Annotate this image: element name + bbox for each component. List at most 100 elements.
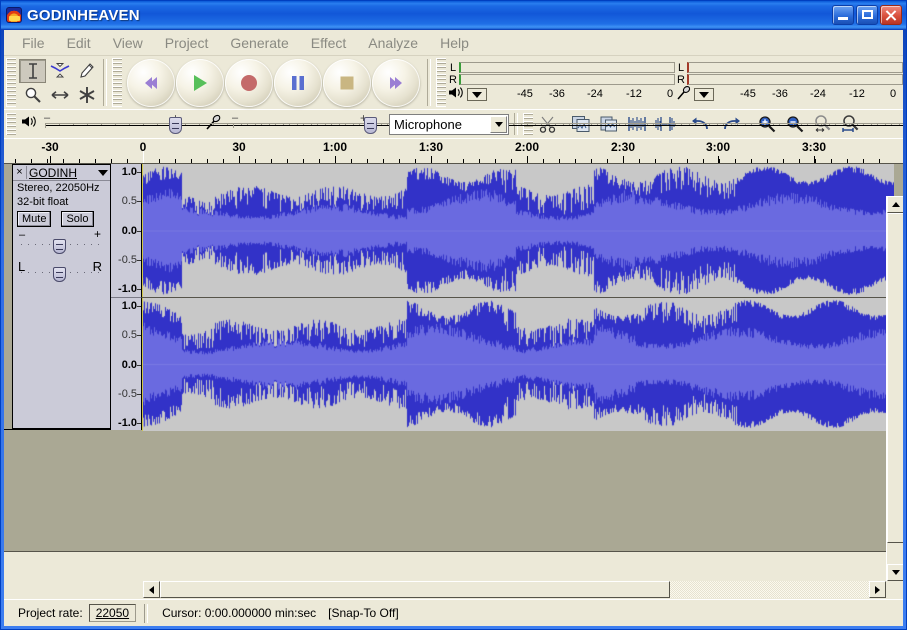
input-volume-slider[interactable]: – + — [231, 111, 903, 134]
menu-file[interactable]: File — [11, 33, 56, 53]
output-volume-thumb[interactable] — [169, 117, 182, 134]
toolbar-row-2: – + – + — [4, 109, 903, 138]
track-pan-thumb[interactable] — [53, 267, 66, 282]
ruler-minor-tick — [655, 159, 656, 163]
input-meter-menu-button[interactable] — [694, 88, 714, 101]
skip-to-start-button[interactable] — [127, 58, 175, 107]
ruler-major-tick — [335, 156, 336, 163]
input-meter[interactable]: L R -45 -36 -24 -12 0 — [675, 56, 903, 109]
ruler-minor-tick — [223, 159, 224, 163]
output-meter-bar-r — [459, 73, 675, 85]
record-button[interactable] — [225, 58, 273, 107]
vertical-ruler-label: 0.5 — [121, 195, 137, 208]
vertical-scrollbar[interactable] — [886, 196, 903, 581]
menu-edit[interactable]: Edit — [56, 33, 102, 53]
close-icon[interactable]: × — [13, 166, 27, 179]
timeline-ruler[interactable]: -30 0 30 1:00 1:30 2:00 2:30 3:00 3:30 — [4, 138, 903, 164]
menu-effect[interactable]: Effect — [300, 33, 358, 53]
horizontal-scroll-thumb[interactable] — [160, 581, 670, 598]
output-volume-slider[interactable]: – + — [43, 111, 903, 134]
input-volume-thumb[interactable] — [364, 117, 377, 134]
scroll-up-button[interactable] — [887, 196, 903, 213]
audacity-logo-icon — [6, 7, 22, 23]
play-button[interactable] — [176, 58, 224, 107]
zoom-tool[interactable] — [19, 83, 46, 107]
menu-help[interactable]: Help — [429, 33, 480, 53]
audio-track: × GODINH Stereo, 22050Hz 32-bit float Mu… — [4, 164, 894, 431]
draw-tool[interactable] — [73, 59, 100, 83]
scroll-right-button[interactable] — [869, 581, 886, 598]
multi-tool[interactable] — [73, 83, 100, 107]
selection-tool[interactable] — [19, 59, 46, 83]
mute-button[interactable]: Mute — [17, 211, 52, 227]
envelope-tool[interactable] — [46, 59, 73, 83]
scroll-down-button[interactable] — [887, 564, 903, 581]
meter-toolbar-grip[interactable] — [436, 58, 446, 107]
ruler-label-7: 3:00 — [705, 140, 731, 154]
mixer-toolbar-grip[interactable] — [6, 113, 16, 135]
title-bar: GODINHEAVEN — [1, 1, 906, 29]
input-scale-0: 0 — [890, 87, 897, 100]
ruler-minor-tick — [63, 159, 64, 163]
scroll-left-button[interactable] — [143, 581, 160, 598]
menu-project[interactable]: Project — [154, 33, 220, 53]
timeshift-tool[interactable] — [46, 83, 73, 107]
vertical-ruler-label: 1.0 — [121, 166, 137, 178]
ruler-major-tick — [623, 156, 624, 163]
speaker-icon — [448, 86, 464, 104]
status-bar: Project rate: 22050 Cursor: 0:00.000000 … — [4, 599, 903, 626]
track-buttons: Mute Solo — [13, 209, 110, 227]
ruler-minor-tick — [207, 159, 208, 163]
ruler-label-5: 2:00 — [514, 140, 540, 154]
solo-button[interactable]: Solo — [61, 211, 94, 227]
ruler-minor-tick — [31, 159, 32, 163]
waveform-left-channel[interactable] — [142, 164, 894, 297]
track-gain-slider[interactable]: – + — [19, 228, 101, 254]
output-meter-bar-l — [459, 61, 675, 73]
output-meter[interactable]: L R -45 -36 -24 -12 0 — [447, 56, 675, 109]
vertical-scroll-thumb[interactable] — [887, 213, 903, 543]
minimize-button[interactable] — [832, 5, 854, 25]
control-toolbar-grip[interactable] — [112, 58, 122, 107]
output-meter-scale: -45 -36 -24 -12 0 — [487, 88, 675, 102]
track-pan-left-label: L — [18, 259, 26, 274]
project-rate-value[interactable]: 22050 — [88, 604, 137, 622]
output-meter-channel-r: R — [449, 73, 457, 86]
output-meter-menu-button[interactable] — [467, 88, 487, 101]
waveform-right-channel[interactable] — [142, 297, 894, 431]
close-button[interactable] — [880, 5, 902, 25]
tools-toolbar-grip[interactable] — [6, 58, 16, 107]
track-pan-slider[interactable]: L R — [18, 259, 102, 282]
ruler-minor-tick — [479, 159, 480, 163]
menu-generate[interactable]: Generate — [219, 33, 299, 53]
vertical-ruler-tick — [137, 230, 141, 232]
track-control-panel[interactable]: × GODINH Stereo, 22050Hz 32-bit float Mu… — [12, 164, 111, 429]
ruler-label-6: 2:30 — [610, 140, 636, 154]
vertical-ruler-label: 1.0 — [121, 300, 137, 312]
client-area: File Edit View Project Generate Effect A… — [4, 30, 903, 626]
output-scale-12: -12 — [626, 87, 642, 100]
pause-button[interactable] — [274, 58, 322, 107]
horizontal-scrollbar[interactable] — [143, 581, 886, 598]
ruler-minor-tick — [127, 159, 128, 163]
track-title[interactable]: GODINH — [27, 166, 96, 180]
menu-analyze[interactable]: Analyze — [357, 33, 429, 53]
menu-view[interactable]: View — [102, 33, 154, 53]
skip-to-end-button[interactable] — [372, 58, 420, 107]
chevron-down-icon[interactable] — [96, 169, 110, 176]
stop-button[interactable] — [323, 58, 371, 107]
input-source-value: Microphone — [394, 116, 462, 132]
toolbar-row-1: L R -45 -36 -24 -12 0 L R -45 -36 -24 -1… — [4, 56, 903, 109]
track-gain-thumb[interactable] — [53, 239, 66, 254]
maximize-button[interactable] — [856, 5, 878, 25]
vertical-ruler-tick — [137, 259, 141, 261]
microphone-icon — [676, 85, 692, 105]
input-source-select[interactable]: Microphone — [389, 113, 509, 135]
chevron-down-icon[interactable] — [490, 115, 507, 133]
window-title: GODINHEAVEN — [27, 6, 140, 24]
ruler-minor-tick — [639, 159, 640, 163]
output-scale-45: -45 — [517, 87, 533, 100]
ruler-minor-tick — [783, 159, 784, 163]
ruler-minor-tick — [687, 159, 688, 163]
vertical-ruler-tick — [137, 306, 141, 307]
